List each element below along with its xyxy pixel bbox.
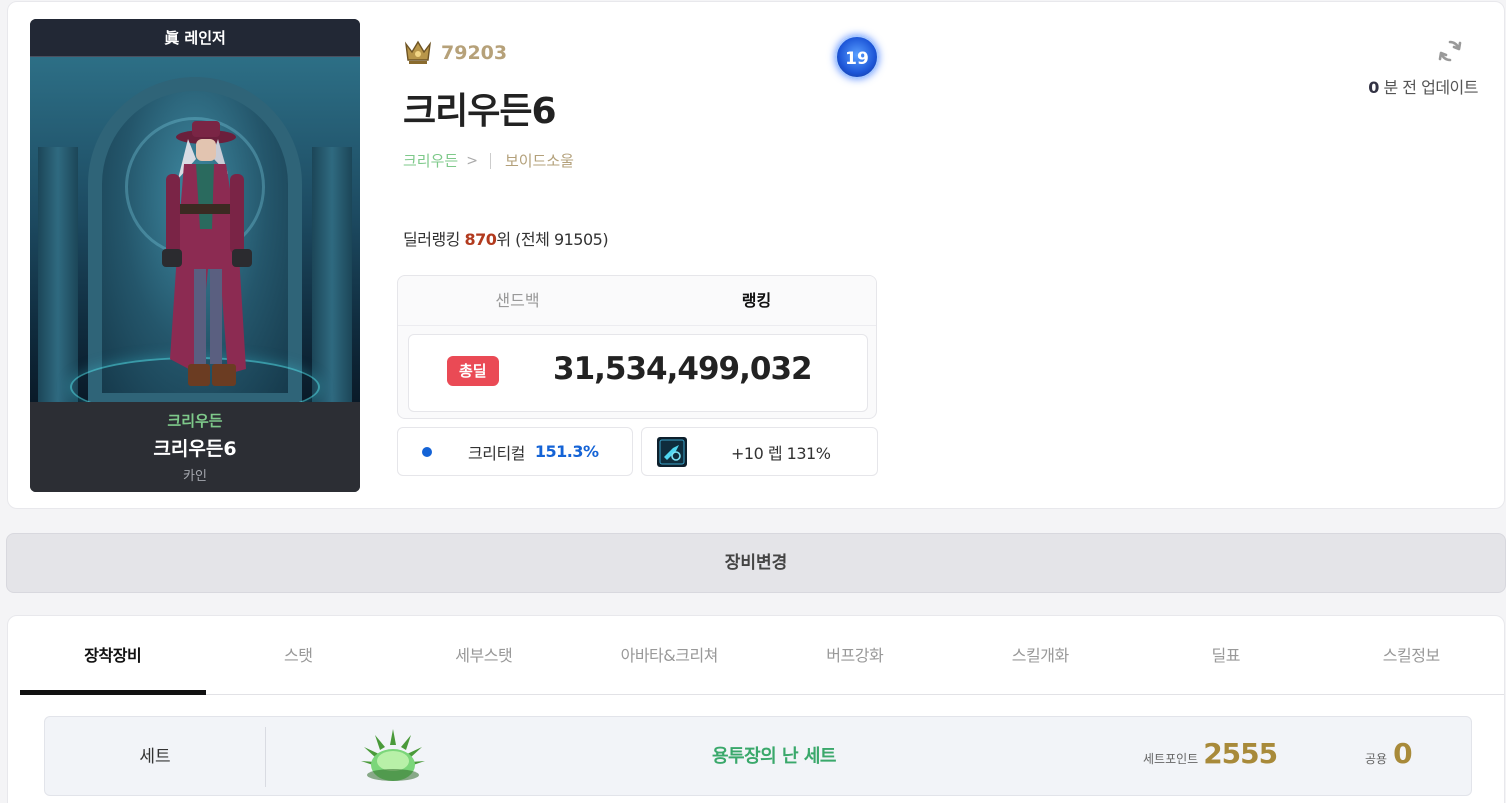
profile-card: 眞 레인저 크리우든 크리우든6 카인 79203 크리우든6 크리우든 > 보… [7,1,1505,509]
tab-avatar-creature[interactable]: 아바타&크리쳐 [577,616,763,694]
detail-tabs: 장착장비 스탯 세부스탯 아바타&크리쳐 버프강화 스킬개화 딜표 스킬정보 [20,616,1504,695]
set-point-value: 2555 [1203,737,1278,770]
critical-label: 크리티컬 [468,443,525,463]
tab-detail-stats[interactable]: 세부스탯 [391,616,577,694]
tab-stats[interactable]: 스탯 [206,616,392,694]
breadcrumb: 크리우든 > 보이드소울 [403,150,574,171]
skill-level-stat: +10 렙 131% [641,427,878,476]
fame-value: 79203 [441,42,508,64]
character-card: 眞 레인저 크리우든 크리우든6 카인 [30,19,360,492]
critical-dot-icon [422,446,432,457]
update-text: 0 분 전 업데이트 [1368,74,1478,98]
update-minutes: 0 [1368,78,1379,97]
set-point: 세트포인트 2555 [1143,737,1278,770]
tab-equipped[interactable]: 장착장비 [20,616,206,695]
character-name-label: 크리우든6 [153,438,237,460]
fame: 79203 [403,40,507,66]
set-common: 공용 0 [1365,737,1413,770]
set-label: 세트 [139,747,171,767]
tab-skill-info[interactable]: 스킬정보 [1319,616,1505,694]
character-name: 크리우든6 [403,91,557,132]
breadcrumb-divider [489,152,491,169]
tab-sandbag[interactable]: 샌드백 [398,276,637,325]
change-equipment-button[interactable]: 장비변경 [6,533,1506,593]
class-title: 眞 레인저 [30,19,360,57]
tab-skill-bloom[interactable]: 스킬개화 [948,616,1134,694]
damage-panel: 샌드백 랭킹 총딜 31,534,499,032 [397,275,877,419]
update-status: 0 분 전 업데이트 [1368,38,1478,98]
total-damage-pill: 총딜 [447,356,499,386]
character-image [30,57,360,402]
critical-value: 151.3% [534,442,599,461]
damage-tabs: 샌드백 랭킹 [398,276,876,326]
chevron-right-icon: > [466,152,478,169]
set-emblem-icon [361,729,425,781]
pillar-left [38,147,78,402]
tab-ranking[interactable]: 랭킹 [637,276,876,325]
set-name[interactable]: 용투장의 난 세트 [712,717,836,797]
update-label: 분 전 업데이트 [1383,78,1479,97]
level-badge: 19 [835,35,879,79]
critical-stat: 크리티컬 151.3% [397,427,633,476]
breadcrumb-server[interactable]: 크리우든 [403,150,458,171]
rank-prefix: 딜러랭킹 [403,230,465,249]
skill-icon [657,436,687,467]
set-common-value: 0 [1393,737,1413,770]
character-server: 크리우든 [167,412,223,430]
set-point-label: 세트포인트 [1143,752,1199,766]
set-common-label: 공용 [1365,752,1388,766]
tab-buff-enhance[interactable]: 버프강화 [762,616,948,694]
refresh-icon[interactable] [1438,38,1462,64]
total-damage-value: 31,534,499,032 [553,351,813,387]
character-figure [162,121,252,386]
fame-icon [404,40,432,64]
set-row: 세트 용투장의 난 세트 세트포인트 2555 공용 0 [44,716,1472,796]
rank-number: 870 [464,230,497,249]
set-divider [265,727,266,787]
breadcrumb-guild[interactable]: 보이드소울 [505,150,574,171]
rank-suffix: 위 (전체 91505) [496,230,609,249]
dealer-ranking: 딜러랭킹 870위 (전체 91505) [403,226,609,250]
pillar-right [312,147,352,402]
damage-value-box: 총딜 31,534,499,032 [408,334,868,412]
tab-damage-table[interactable]: 딜표 [1133,616,1319,694]
character-job: 카인 [183,469,207,484]
skill-level-text: +10 렙 131% [731,443,831,463]
character-meta: 크리우든 크리우든6 카인 [30,402,360,492]
equipment-panel: 장착장비 스탯 세부스탯 아바타&크리쳐 버프강화 스킬개화 딜표 스킬정보 세… [7,615,1505,803]
